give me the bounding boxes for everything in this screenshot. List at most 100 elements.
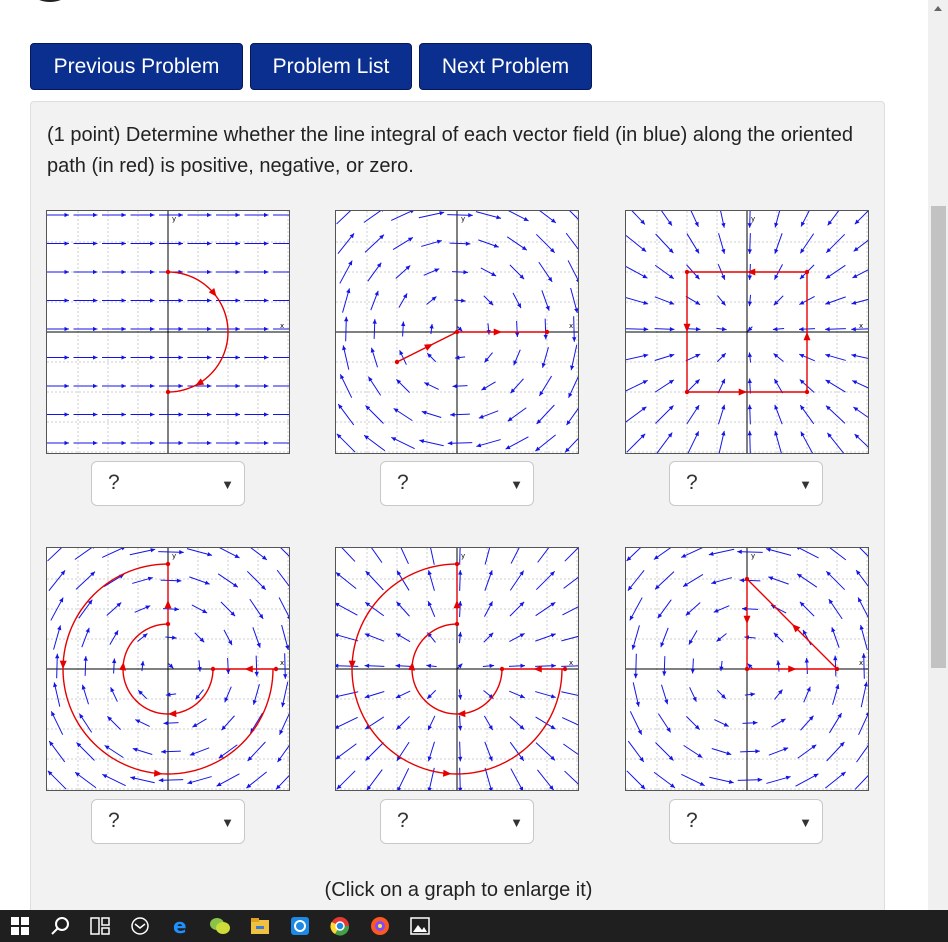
field-arrow	[336, 665, 359, 667]
field-arrow	[459, 548, 461, 565]
field-arrow-head	[130, 776, 136, 781]
field-arrow-head	[851, 353, 857, 358]
field-arrow-head	[572, 337, 577, 342]
field-arrow-head	[92, 440, 98, 446]
graph-2[interactable]: xy	[335, 210, 579, 454]
wechat-icon[interactable]	[200, 910, 240, 942]
field-arrow-head	[258, 613, 264, 619]
answer-value: ?	[686, 809, 698, 832]
field-arrow-head	[218, 753, 224, 759]
photo-app-icon[interactable]	[360, 910, 400, 942]
field-arrow-head	[747, 430, 752, 436]
field-arrow-head	[633, 673, 638, 679]
field-arrow-head	[463, 270, 468, 275]
answer-value: ?	[108, 471, 120, 494]
field-arrow-head	[79, 713, 84, 719]
path-direction-arrow	[244, 665, 253, 673]
outlook-icon[interactable]	[280, 910, 320, 942]
field-arrow-head	[92, 212, 98, 218]
field-arrow-head	[149, 326, 155, 332]
path-direction-arrow	[119, 661, 127, 671]
field-arrow-head	[382, 211, 384, 212]
file-explorer-icon[interactable]	[240, 910, 280, 942]
field-arrow	[563, 743, 578, 755]
chrome-icon[interactable]	[320, 910, 360, 942]
problem-list-button[interactable]: Problem List	[250, 43, 412, 90]
mail-icon[interactable]	[120, 910, 160, 942]
answer-select-6[interactable]: ? ▼	[669, 799, 823, 844]
field-arrow-head	[206, 212, 212, 218]
path-direction-arrow	[803, 332, 811, 341]
edge-icon[interactable]: e	[160, 910, 200, 942]
field-arrow-head	[204, 580, 210, 585]
field-arrow-head	[550, 633, 556, 638]
field-arrow-head	[739, 578, 745, 583]
graph-3[interactable]: xy	[625, 210, 869, 454]
field-arrow-head	[64, 383, 69, 389]
answer-select-2[interactable]: ? ▼	[380, 461, 534, 506]
field-arrow-head	[765, 548, 771, 552]
field-arrow-head	[149, 212, 155, 218]
path-endpoint	[454, 561, 460, 567]
field-arrow-head	[643, 353, 649, 358]
field-arrow-head	[226, 669, 231, 674]
field-arrow-head	[49, 741, 54, 746]
path-endpoint	[165, 269, 171, 275]
field-arrow-head	[206, 440, 212, 446]
graph-2-svg: xy	[336, 211, 578, 453]
field-arrow-head	[825, 327, 830, 332]
graph-4[interactable]: xy	[46, 547, 290, 791]
answer-select-3[interactable]: ? ▼	[669, 461, 823, 506]
field-arrow-head	[372, 319, 377, 324]
field-arrow-head	[178, 212, 183, 218]
path-endpoint	[744, 666, 750, 672]
answer-select-1[interactable]: ? ▼	[91, 461, 245, 506]
field-arrow-head	[697, 753, 703, 758]
scrollbar-thumb[interactable]	[931, 206, 946, 668]
next-problem-button[interactable]: Next Problem	[419, 43, 592, 90]
field-arrow	[561, 665, 578, 667]
field-arrow-head	[519, 755, 524, 761]
field-arrow-head	[121, 440, 126, 446]
search-icon[interactable]	[40, 910, 80, 942]
field-arrow-head	[853, 246, 859, 252]
field-arrow-head	[635, 701, 640, 707]
answer-select-4[interactable]: ? ▼	[91, 799, 245, 844]
field-arrow-head	[400, 321, 406, 327]
previous-problem-button[interactable]: Previous Problem	[30, 43, 243, 90]
graph-6[interactable]: xy	[625, 547, 869, 791]
field-arrow-head	[92, 326, 98, 332]
field-arrow-head	[178, 440, 183, 446]
photos-icon[interactable]	[400, 910, 440, 942]
field-arrow	[397, 768, 410, 790]
windows-start-icon[interactable]	[0, 910, 40, 942]
graph-1[interactable]: xy	[46, 210, 290, 454]
y-axis-label: y	[461, 215, 465, 223]
path-direction-arrow	[442, 769, 452, 777]
field-arrow-head	[368, 376, 373, 382]
field-arrow-head	[64, 355, 69, 360]
path-endpoint	[804, 269, 810, 275]
field-arrow-head	[755, 749, 760, 754]
y-axis-label: y	[172, 215, 176, 223]
field-arrow-head	[364, 435, 369, 440]
scroll-up-arrow-icon[interactable]	[934, 6, 942, 11]
field-arrow-head	[747, 378, 753, 384]
field-arrow-head	[551, 663, 556, 668]
path-direction-arrow	[457, 710, 466, 718]
field-arrow	[569, 211, 578, 220]
field-arrow-head	[521, 245, 527, 251]
problem-navigation: Previous Problem Problem List Next Probl…	[30, 43, 592, 90]
y-axis-label: y	[172, 552, 176, 560]
field-arrow-head	[206, 326, 212, 332]
field-arrow-head	[547, 276, 553, 282]
task-view-icon[interactable]	[80, 910, 120, 942]
field-arrow-head	[747, 249, 752, 254]
answer-select-5[interactable]: ? ▼	[380, 799, 534, 844]
path-endpoint	[165, 389, 171, 395]
field-arrow-head	[825, 274, 831, 279]
enlarge-hint: (Click on a graph to enlarge it)	[324, 879, 593, 901]
field-arrow-head	[150, 548, 156, 553]
field-arrow-head	[206, 298, 212, 303]
graph-5[interactable]: xy	[335, 547, 579, 791]
